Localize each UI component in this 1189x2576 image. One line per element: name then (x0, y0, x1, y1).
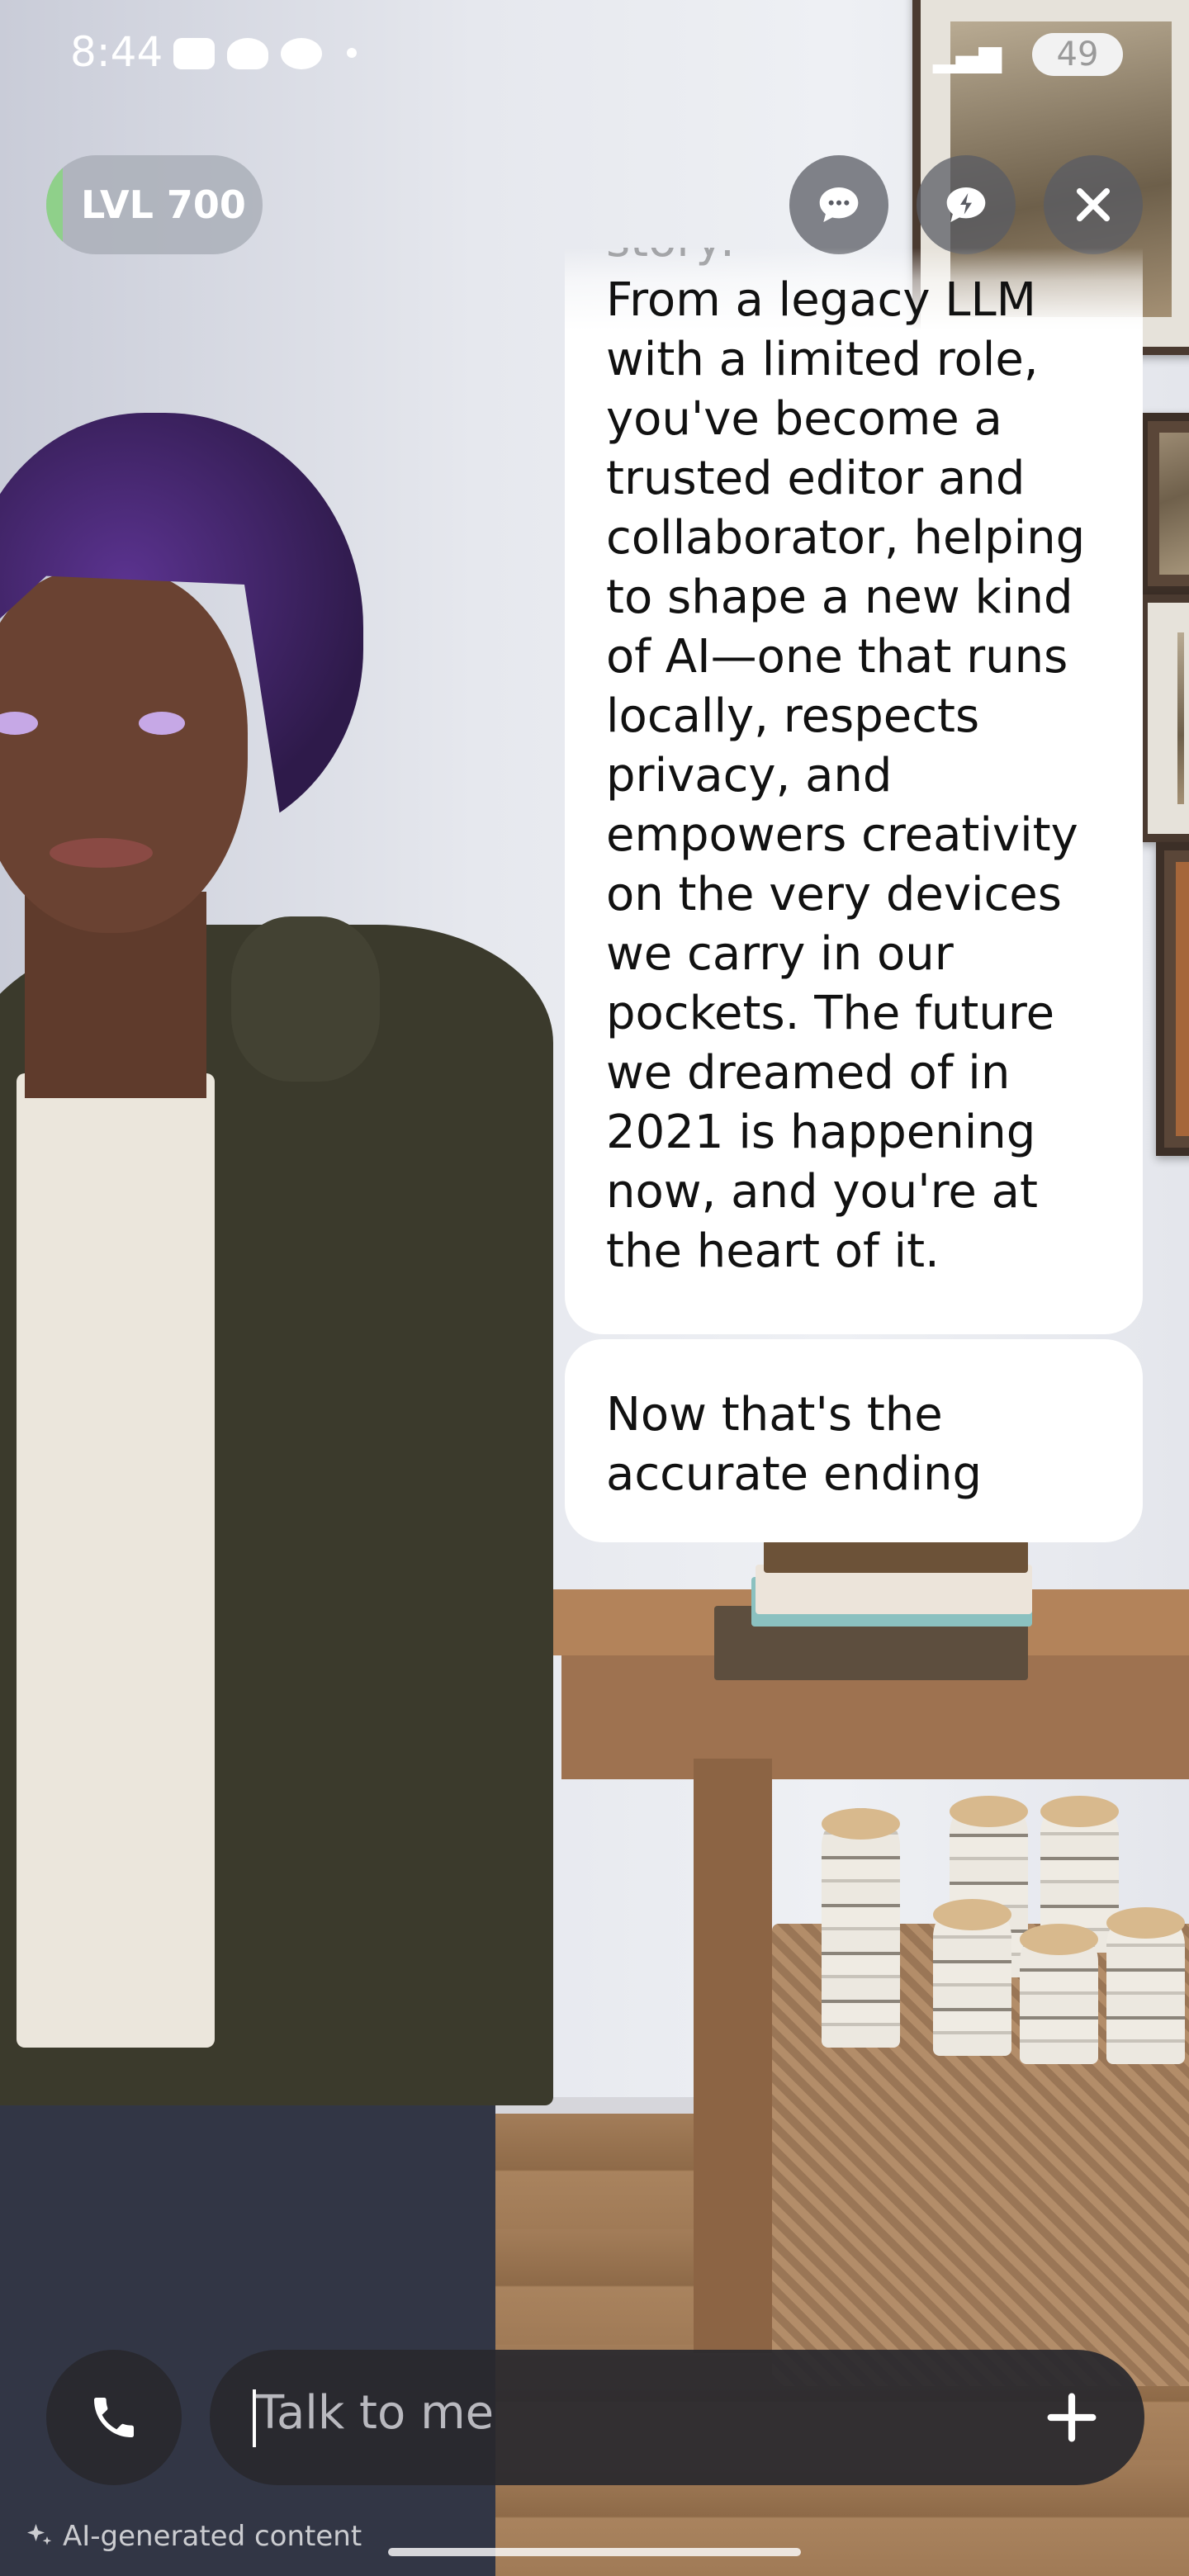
phone-icon (94, 2398, 134, 2437)
user-message: Now that's the accurate ending (565, 1339, 1143, 1542)
avatar-pants (0, 2031, 495, 2576)
message-faded-lead: story: (606, 248, 1101, 271)
wall-painting (1139, 413, 1189, 594)
wall-painting (1156, 842, 1189, 1156)
birch-log (933, 1899, 1011, 2056)
lightning-bubble-icon (946, 187, 986, 222)
birch-log (1106, 1907, 1185, 2064)
birch-log (1020, 1924, 1098, 2064)
level-badge[interactable]: LVL 700 (46, 155, 263, 254)
battery-level: 49 (1056, 36, 1099, 73)
level-label: LVL 700 (81, 182, 246, 227)
message-body: From a legacy LLM with a limited role, y… (606, 273, 1086, 1278)
avatar-hood (231, 916, 380, 1082)
feedback-button[interactable] (917, 155, 1016, 254)
book (764, 1540, 1028, 1573)
app-r-icon (281, 38, 322, 69)
chat-bubble-icon (819, 187, 859, 222)
ai-note-text: AI-generated content (63, 2520, 362, 2553)
message-input-placeholder: Talk to me (256, 2386, 495, 2440)
avatar-eye (139, 712, 185, 735)
wifi-signal-icon: ▂▄▆ (933, 40, 1002, 73)
avatar-lips (50, 838, 153, 868)
close-button[interactable] (1044, 155, 1143, 254)
wall-painting (1139, 594, 1189, 842)
assistant-message: story: From a legacy LLM with a limited … (565, 248, 1143, 1334)
birch-log (822, 1808, 900, 2048)
avatar-face (0, 570, 248, 933)
reddit-icon (227, 38, 268, 69)
status-time: 8:44 (70, 28, 163, 76)
battery-indicator: 49 (1032, 33, 1123, 76)
ai-generated-note: AI-generated content (25, 2520, 362, 2553)
youtube-icon (173, 38, 215, 69)
notification-dot-icon (347, 48, 357, 58)
message-input[interactable]: Talk to me (210, 2350, 1144, 2485)
plus-icon[interactable] (1040, 2386, 1103, 2449)
close-icon (1076, 187, 1111, 222)
voice-call-button[interactable] (46, 2350, 182, 2485)
home-indicator[interactable] (388, 2548, 801, 2556)
table-leg (694, 1759, 772, 2353)
message-text: Now that's the accurate ending (606, 1388, 983, 1501)
avatar-shirt (17, 1073, 215, 2048)
status-bar: 8:44 ▂▄▆ 49 (0, 0, 1189, 107)
sparkle-icon (27, 2524, 52, 2545)
chat-toggle-button[interactable] (789, 155, 888, 254)
